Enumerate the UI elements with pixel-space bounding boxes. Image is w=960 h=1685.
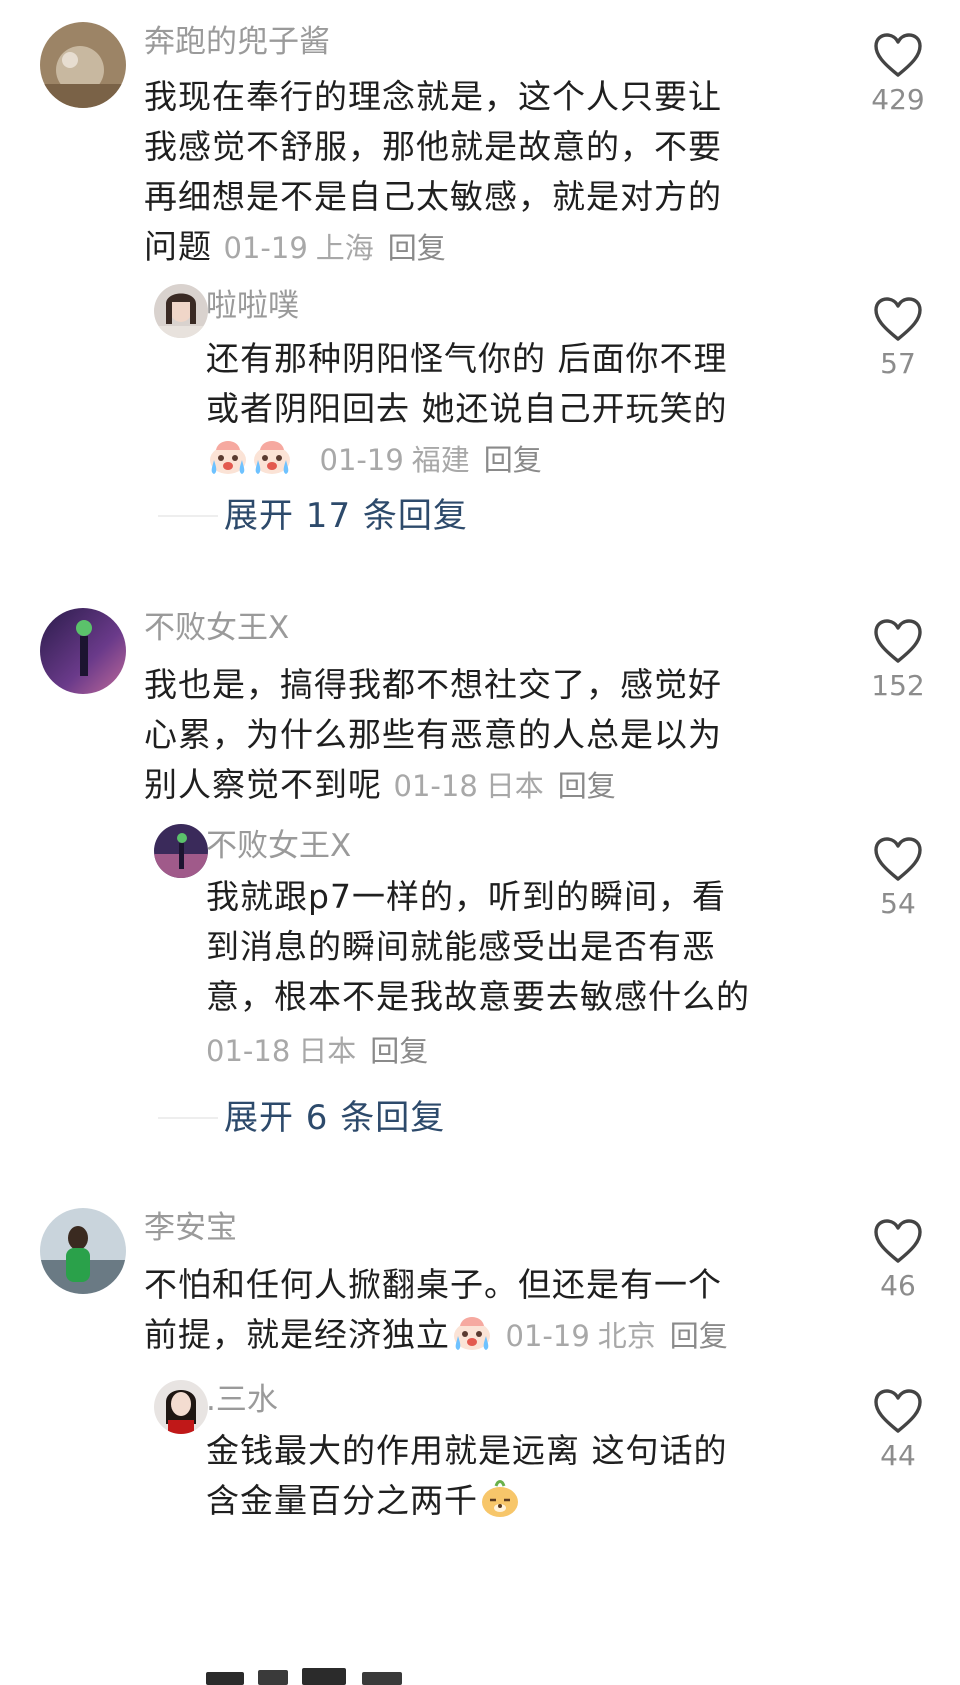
heart-icon: [874, 297, 922, 341]
like-count: 152: [871, 669, 925, 702]
like-button[interactable]: 46: [858, 1218, 938, 1304]
reply-location: 福建: [411, 443, 470, 477]
comment-location: 北京: [597, 1319, 656, 1353]
avatar[interactable]: [154, 284, 208, 338]
comment-text: 我现在奉行的理念就是，这个人只要让 我感觉不舒服，那他就是故意的，不要 再细想是…: [144, 77, 722, 266]
reply-username[interactable]: 不败女王X: [206, 826, 351, 866]
reply-text: 我就跟p7一样的，听到的瞬间，看 到消息的瞬间就能感受出是否有恶 意，根本不是我…: [206, 877, 750, 1068]
heart-icon: [874, 1389, 922, 1433]
avatar[interactable]: [40, 608, 126, 694]
crying-face-icon: [250, 434, 294, 478]
avatar[interactable]: [154, 1380, 208, 1434]
reply-location: 日本: [298, 1034, 357, 1068]
reply-button[interactable]: 回复: [388, 231, 446, 265]
like-count: 429: [871, 83, 925, 116]
divider: [158, 1117, 218, 1119]
smug-dog-icon: [478, 1476, 522, 1520]
avatar[interactable]: [40, 1208, 126, 1294]
like-button[interactable]: 54: [858, 836, 938, 922]
reply-button[interactable]: 回复: [558, 769, 616, 803]
crying-face-icon: [206, 434, 250, 478]
avatar[interactable]: [40, 22, 126, 108]
avatar[interactable]: [154, 824, 208, 878]
like-count: 44: [880, 1439, 916, 1472]
heart-icon: [874, 619, 922, 663]
like-count: 57: [880, 347, 916, 380]
like-count: 54: [880, 887, 916, 920]
comment-date: 01-19: [505, 1319, 590, 1353]
reply-button[interactable]: 回复: [670, 1319, 728, 1353]
heart-icon: [874, 33, 922, 77]
expand-replies-button[interactable]: 展开 6 条回复: [158, 1096, 445, 1140]
crying-face-icon: [450, 1310, 494, 1354]
like-button[interactable]: 57: [858, 296, 938, 382]
reply-username[interactable]: .三水: [206, 1380, 278, 1420]
reply-button[interactable]: 回复: [484, 443, 542, 477]
comment-text: 我也是，搞得我都不想社交了，感觉好 心累，为什么那些有恶意的人总是以为 别人察觉…: [144, 665, 722, 804]
like-button[interactable]: 152: [858, 618, 938, 704]
comment-location: 上海: [315, 231, 374, 265]
comment-date: 01-19: [223, 231, 308, 265]
heart-icon: [874, 837, 922, 881]
comment-username[interactable]: 奔跑的兜子酱: [144, 22, 330, 62]
comment-text: 不怕和任何人掀翻桌子。但还是有一个 前提，就是经济独立 01-19 北京 回复: [144, 1265, 728, 1354]
comment-username[interactable]: 李安宝: [144, 1208, 237, 1248]
like-button[interactable]: 429: [858, 32, 938, 118]
reply-button[interactable]: 回复: [370, 1034, 428, 1068]
cutoff-text-fragment: [206, 1664, 426, 1685]
comment-date: 01-18: [393, 769, 478, 803]
like-button[interactable]: 44: [858, 1388, 938, 1474]
reply-text: 还有那种阴阳怪气你的 后面你不理 或者阴阳回去 她还说自己开玩笑的 01-19 福…: [206, 339, 728, 478]
like-count: 46: [880, 1269, 916, 1302]
comment-username[interactable]: 不败女王X: [144, 608, 289, 648]
expand-replies-button[interactable]: 展开 17 条回复: [158, 494, 468, 538]
divider: [158, 515, 218, 517]
reply-date: 01-18: [206, 1034, 291, 1068]
comment-location: 日本: [485, 769, 544, 803]
reply-date: 01-19: [319, 443, 404, 477]
reply-text: 金钱最大的作用就是远离 这句话的 含金量百分之两千: [206, 1431, 728, 1520]
heart-icon: [874, 1219, 922, 1263]
reply-username[interactable]: 啦啦噗: [206, 286, 299, 326]
